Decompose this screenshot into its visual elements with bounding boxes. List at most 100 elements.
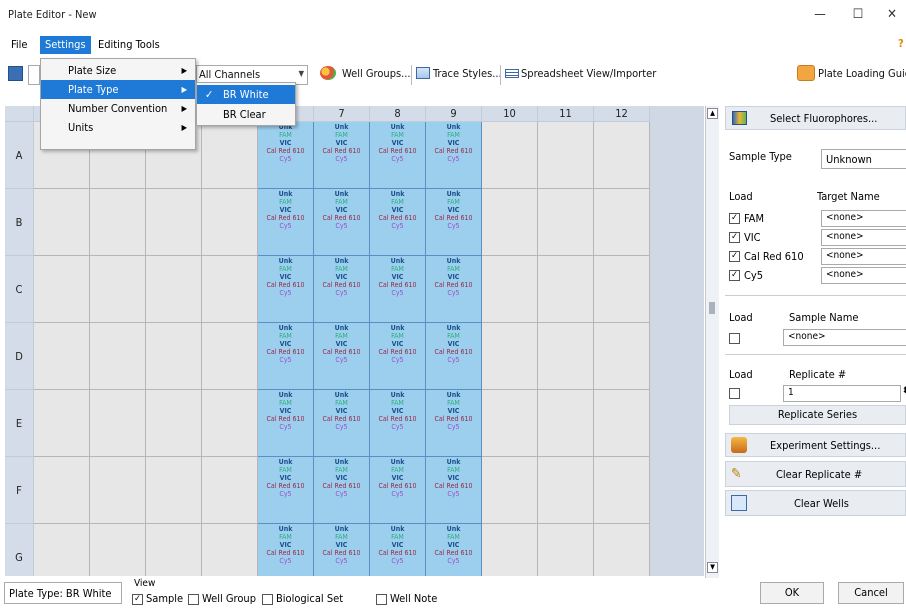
view-option[interactable]: Biological Set xyxy=(262,592,343,606)
well-empty[interactable] xyxy=(202,390,258,457)
sample-name-load-checkbox[interactable] xyxy=(729,333,740,344)
row-header[interactable]: F xyxy=(5,457,34,524)
plate-size-dropdown[interactable] xyxy=(28,65,40,85)
well-empty[interactable] xyxy=(482,524,538,576)
well-empty[interactable] xyxy=(482,122,538,189)
well-filled[interactable]: Unk FAM VIC Cal Red 610 Cy5 xyxy=(258,122,314,189)
plate-grid[interactable]: 6789101112AUnkFAMVICCal Red 610Cy5UnkFAM… xyxy=(5,106,704,576)
well-empty[interactable] xyxy=(482,189,538,256)
well-filled[interactable]: Unk FAM VIC Cal Red 610 Cy5 xyxy=(258,457,314,524)
view-option-checkbox[interactable] xyxy=(376,593,387,605)
column-header[interactable]: 8 xyxy=(370,106,426,122)
well-filled[interactable]: Unk FAM VIC Cal Red 610 Cy5 xyxy=(314,122,370,189)
well-filled[interactable]: Unk FAM VIC Cal Red 610 Cy5 xyxy=(314,390,370,457)
column-header[interactable]: 10 xyxy=(482,106,538,122)
well-empty[interactable] xyxy=(538,189,594,256)
target-load-checkbox[interactable]: ✓ xyxy=(729,251,740,262)
settings-menu-item[interactable]: Plate Size ▶ xyxy=(41,61,195,80)
well-empty[interactable] xyxy=(202,457,258,524)
well-empty[interactable] xyxy=(146,189,202,256)
menu-settings[interactable]: Settings xyxy=(40,36,91,54)
well-filled[interactable]: Unk FAM VIC Cal Red 610 Cy5 xyxy=(314,323,370,390)
well-empty[interactable] xyxy=(146,323,202,390)
sample-type-select[interactable]: Unknown xyxy=(821,149,906,169)
target-name-select[interactable]: <none> xyxy=(821,267,906,284)
well-filled[interactable]: Unk FAM VIC Cal Red 610 Cy5 xyxy=(426,390,482,457)
row-header[interactable]: C xyxy=(5,256,34,323)
well-filled[interactable]: Unk FAM VIC Cal Red 610 Cy5 xyxy=(258,323,314,390)
row-header[interactable]: G xyxy=(5,524,34,576)
well-empty[interactable] xyxy=(594,189,650,256)
well-filled[interactable]: Unk FAM VIC Cal Red 610 Cy5 xyxy=(314,524,370,576)
well-filled[interactable]: Unk FAM VIC Cal Red 610 Cy5 xyxy=(370,323,426,390)
well-empty[interactable] xyxy=(538,524,594,576)
replicate-spinner[interactable]: ⬍ xyxy=(902,386,906,396)
settings-menu-item[interactable]: Units ▶ xyxy=(41,118,195,137)
plate-type-option[interactable]: BR Clear xyxy=(197,105,295,124)
well-empty[interactable] xyxy=(538,122,594,189)
well-filled[interactable]: Unk FAM VIC Cal Red 610 Cy5 xyxy=(258,256,314,323)
well-filled[interactable]: Unk FAM VIC Cal Red 610 Cy5 xyxy=(370,189,426,256)
help-icon[interactable]: ? xyxy=(898,37,904,50)
ok-button[interactable]: OK xyxy=(760,582,824,604)
well-filled[interactable]: Unk FAM VIC Cal Red 610 Cy5 xyxy=(314,457,370,524)
well-empty[interactable] xyxy=(90,189,146,256)
well-empty[interactable] xyxy=(90,256,146,323)
clear-wells-button[interactable]: Clear Wells xyxy=(725,490,906,516)
well-empty[interactable] xyxy=(538,256,594,323)
view-option-checkbox[interactable] xyxy=(262,593,273,605)
row-header[interactable]: E xyxy=(5,390,34,457)
column-header[interactable]: 7 xyxy=(314,106,370,122)
well-filled[interactable]: Unk FAM VIC Cal Red 610 Cy5 xyxy=(370,390,426,457)
well-empty[interactable] xyxy=(538,457,594,524)
settings-menu-item[interactable]: Plate Type ▶ xyxy=(41,80,195,99)
well-empty[interactable] xyxy=(538,390,594,457)
well-empty[interactable] xyxy=(202,524,258,576)
well-empty[interactable] xyxy=(146,457,202,524)
view-option[interactable]: ✓ Sample xyxy=(132,592,183,606)
menu-file[interactable]: File xyxy=(6,36,32,54)
well-empty[interactable] xyxy=(202,122,258,189)
well-empty[interactable] xyxy=(482,390,538,457)
maximize-button[interactable]: ☐ xyxy=(846,4,870,26)
view-option-checkbox[interactable]: ✓ xyxy=(132,593,143,605)
sample-name-select[interactable]: <none> xyxy=(783,329,906,346)
well-empty[interactable] xyxy=(90,457,146,524)
well-filled[interactable]: Unk FAM VIC Cal Red 610 Cy5 xyxy=(258,524,314,576)
save-icon[interactable] xyxy=(8,66,23,81)
spreadsheet-button[interactable]: Spreadsheet View/Importer xyxy=(521,67,656,80)
plate-loading-guide-button[interactable]: Plate Loading Guid xyxy=(818,67,906,80)
well-filled[interactable]: Unk FAM VIC Cal Red 610 Cy5 xyxy=(426,122,482,189)
well-empty[interactable] xyxy=(90,390,146,457)
well-filled[interactable]: Unk FAM VIC Cal Red 610 Cy5 xyxy=(426,524,482,576)
well-filled[interactable]: Unk FAM VIC Cal Red 610 Cy5 xyxy=(370,122,426,189)
close-button[interactable]: ✕ xyxy=(880,4,904,26)
scroll-up-button[interactable]: ▲ xyxy=(707,108,718,119)
well-empty[interactable] xyxy=(34,457,90,524)
well-filled[interactable]: Unk FAM VIC Cal Red 610 Cy5 xyxy=(426,323,482,390)
replicate-series-button[interactable]: Replicate Series xyxy=(729,405,906,425)
well-empty[interactable] xyxy=(34,189,90,256)
row-header[interactable]: A xyxy=(5,122,34,189)
column-header[interactable]: 12 xyxy=(594,106,650,122)
well-empty[interactable] xyxy=(538,323,594,390)
well-filled[interactable]: Unk FAM VIC Cal Red 610 Cy5 xyxy=(258,390,314,457)
well-empty[interactable] xyxy=(146,524,202,576)
row-header[interactable]: D xyxy=(5,323,34,390)
replicate-input[interactable]: 1 xyxy=(783,385,901,402)
target-name-select[interactable]: <none> xyxy=(821,210,906,227)
cancel-button[interactable]: Cancel xyxy=(838,582,904,604)
minimize-button[interactable]: — xyxy=(808,4,832,26)
target-name-select[interactable]: <none> xyxy=(821,248,906,265)
column-header[interactable]: 9 xyxy=(426,106,482,122)
well-filled[interactable]: Unk FAM VIC Cal Red 610 Cy5 xyxy=(314,256,370,323)
well-empty[interactable] xyxy=(202,323,258,390)
target-load-checkbox[interactable]: ✓ xyxy=(729,213,740,224)
well-empty[interactable] xyxy=(594,323,650,390)
well-empty[interactable] xyxy=(202,189,258,256)
view-option-checkbox[interactable] xyxy=(188,593,199,605)
well-empty[interactable] xyxy=(202,256,258,323)
replicate-load-checkbox[interactable] xyxy=(729,388,740,399)
well-empty[interactable] xyxy=(594,256,650,323)
well-empty[interactable] xyxy=(34,256,90,323)
